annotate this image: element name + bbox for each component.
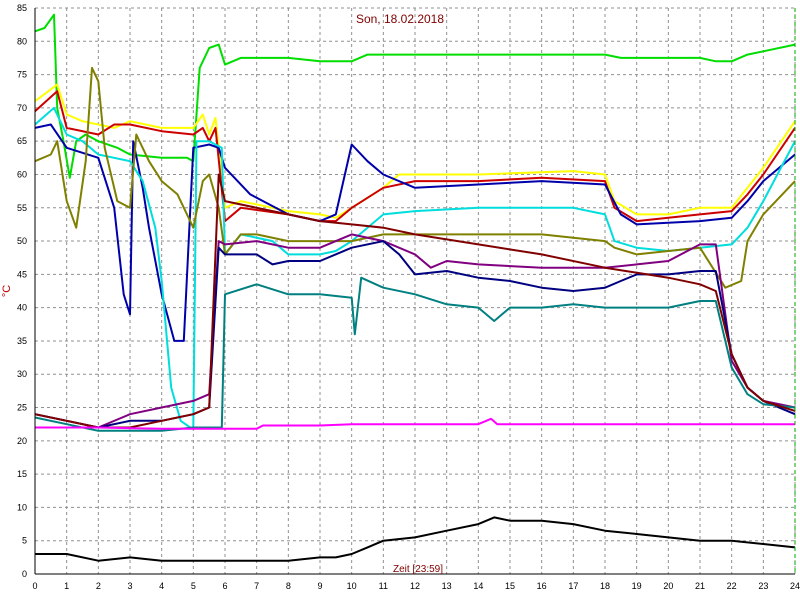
x-tick-label: 21 bbox=[695, 581, 705, 591]
x-tick-label: 19 bbox=[632, 581, 642, 591]
y-tick-label: 45 bbox=[17, 269, 27, 279]
x-tick-label: 18 bbox=[600, 581, 610, 591]
x-tick-label: 12 bbox=[410, 581, 420, 591]
y-tick-label: 70 bbox=[17, 103, 27, 113]
x-axis-label: Zeit [23:59] bbox=[393, 564, 443, 575]
y-tick-label: 25 bbox=[17, 403, 27, 413]
x-tick-label: 9 bbox=[317, 581, 322, 591]
x-tick-label: 14 bbox=[473, 581, 483, 591]
x-tick-label: 17 bbox=[568, 581, 578, 591]
y-tick-label: 5 bbox=[22, 536, 27, 546]
x-tick-label: 20 bbox=[663, 581, 673, 591]
y-tick-label: 15 bbox=[17, 469, 27, 479]
x-tick-label: 22 bbox=[727, 581, 737, 591]
y-tick-label: 85 bbox=[17, 3, 27, 13]
x-tick-label: 24 bbox=[790, 581, 800, 591]
x-tick-label: 6 bbox=[222, 581, 227, 591]
x-tick-label: 13 bbox=[442, 581, 452, 591]
plot-background bbox=[0, 0, 800, 600]
x-tick-label: 11 bbox=[379, 581, 388, 591]
x-tick-label: 15 bbox=[505, 581, 515, 591]
x-tick-label: 7 bbox=[254, 581, 259, 591]
x-tick-label: 1 bbox=[64, 581, 69, 591]
x-tick-label: 5 bbox=[191, 581, 196, 591]
x-tick-label: 16 bbox=[537, 581, 547, 591]
x-tick-label: 2 bbox=[96, 581, 101, 591]
x-tick-label: 0 bbox=[32, 581, 37, 591]
y-tick-label: 75 bbox=[17, 70, 27, 80]
y-tick-label: 60 bbox=[17, 169, 27, 179]
x-tick-label: 23 bbox=[758, 581, 768, 591]
y-tick-label: 50 bbox=[17, 236, 27, 246]
y-tick-label: 55 bbox=[17, 203, 27, 213]
x-tick-label: 8 bbox=[286, 581, 291, 591]
y-tick-label: 65 bbox=[17, 136, 27, 146]
y-tick-label: 30 bbox=[17, 369, 27, 379]
temperature-chart: 0 1 2 3 4 5 6 7 8 9 10 11 12 13 14 15 16 17 18 19 20 21 22 23 24… bbox=[0, 0, 800, 600]
y-tick-label: 0 bbox=[22, 569, 27, 579]
y-tick-label: 40 bbox=[17, 303, 27, 313]
y-tick-label: 20 bbox=[17, 436, 27, 446]
chart-title: Son, 18.02.2018 bbox=[356, 12, 444, 26]
y-axis-label: °C bbox=[1, 285, 13, 297]
x-tick-label: 4 bbox=[159, 581, 164, 591]
x-tick-label: 3 bbox=[127, 581, 132, 591]
x-tick-label: 10 bbox=[347, 581, 357, 591]
y-tick-label: 35 bbox=[17, 336, 27, 346]
y-tick-label: 10 bbox=[17, 502, 27, 512]
y-tick-label: 80 bbox=[17, 36, 27, 46]
